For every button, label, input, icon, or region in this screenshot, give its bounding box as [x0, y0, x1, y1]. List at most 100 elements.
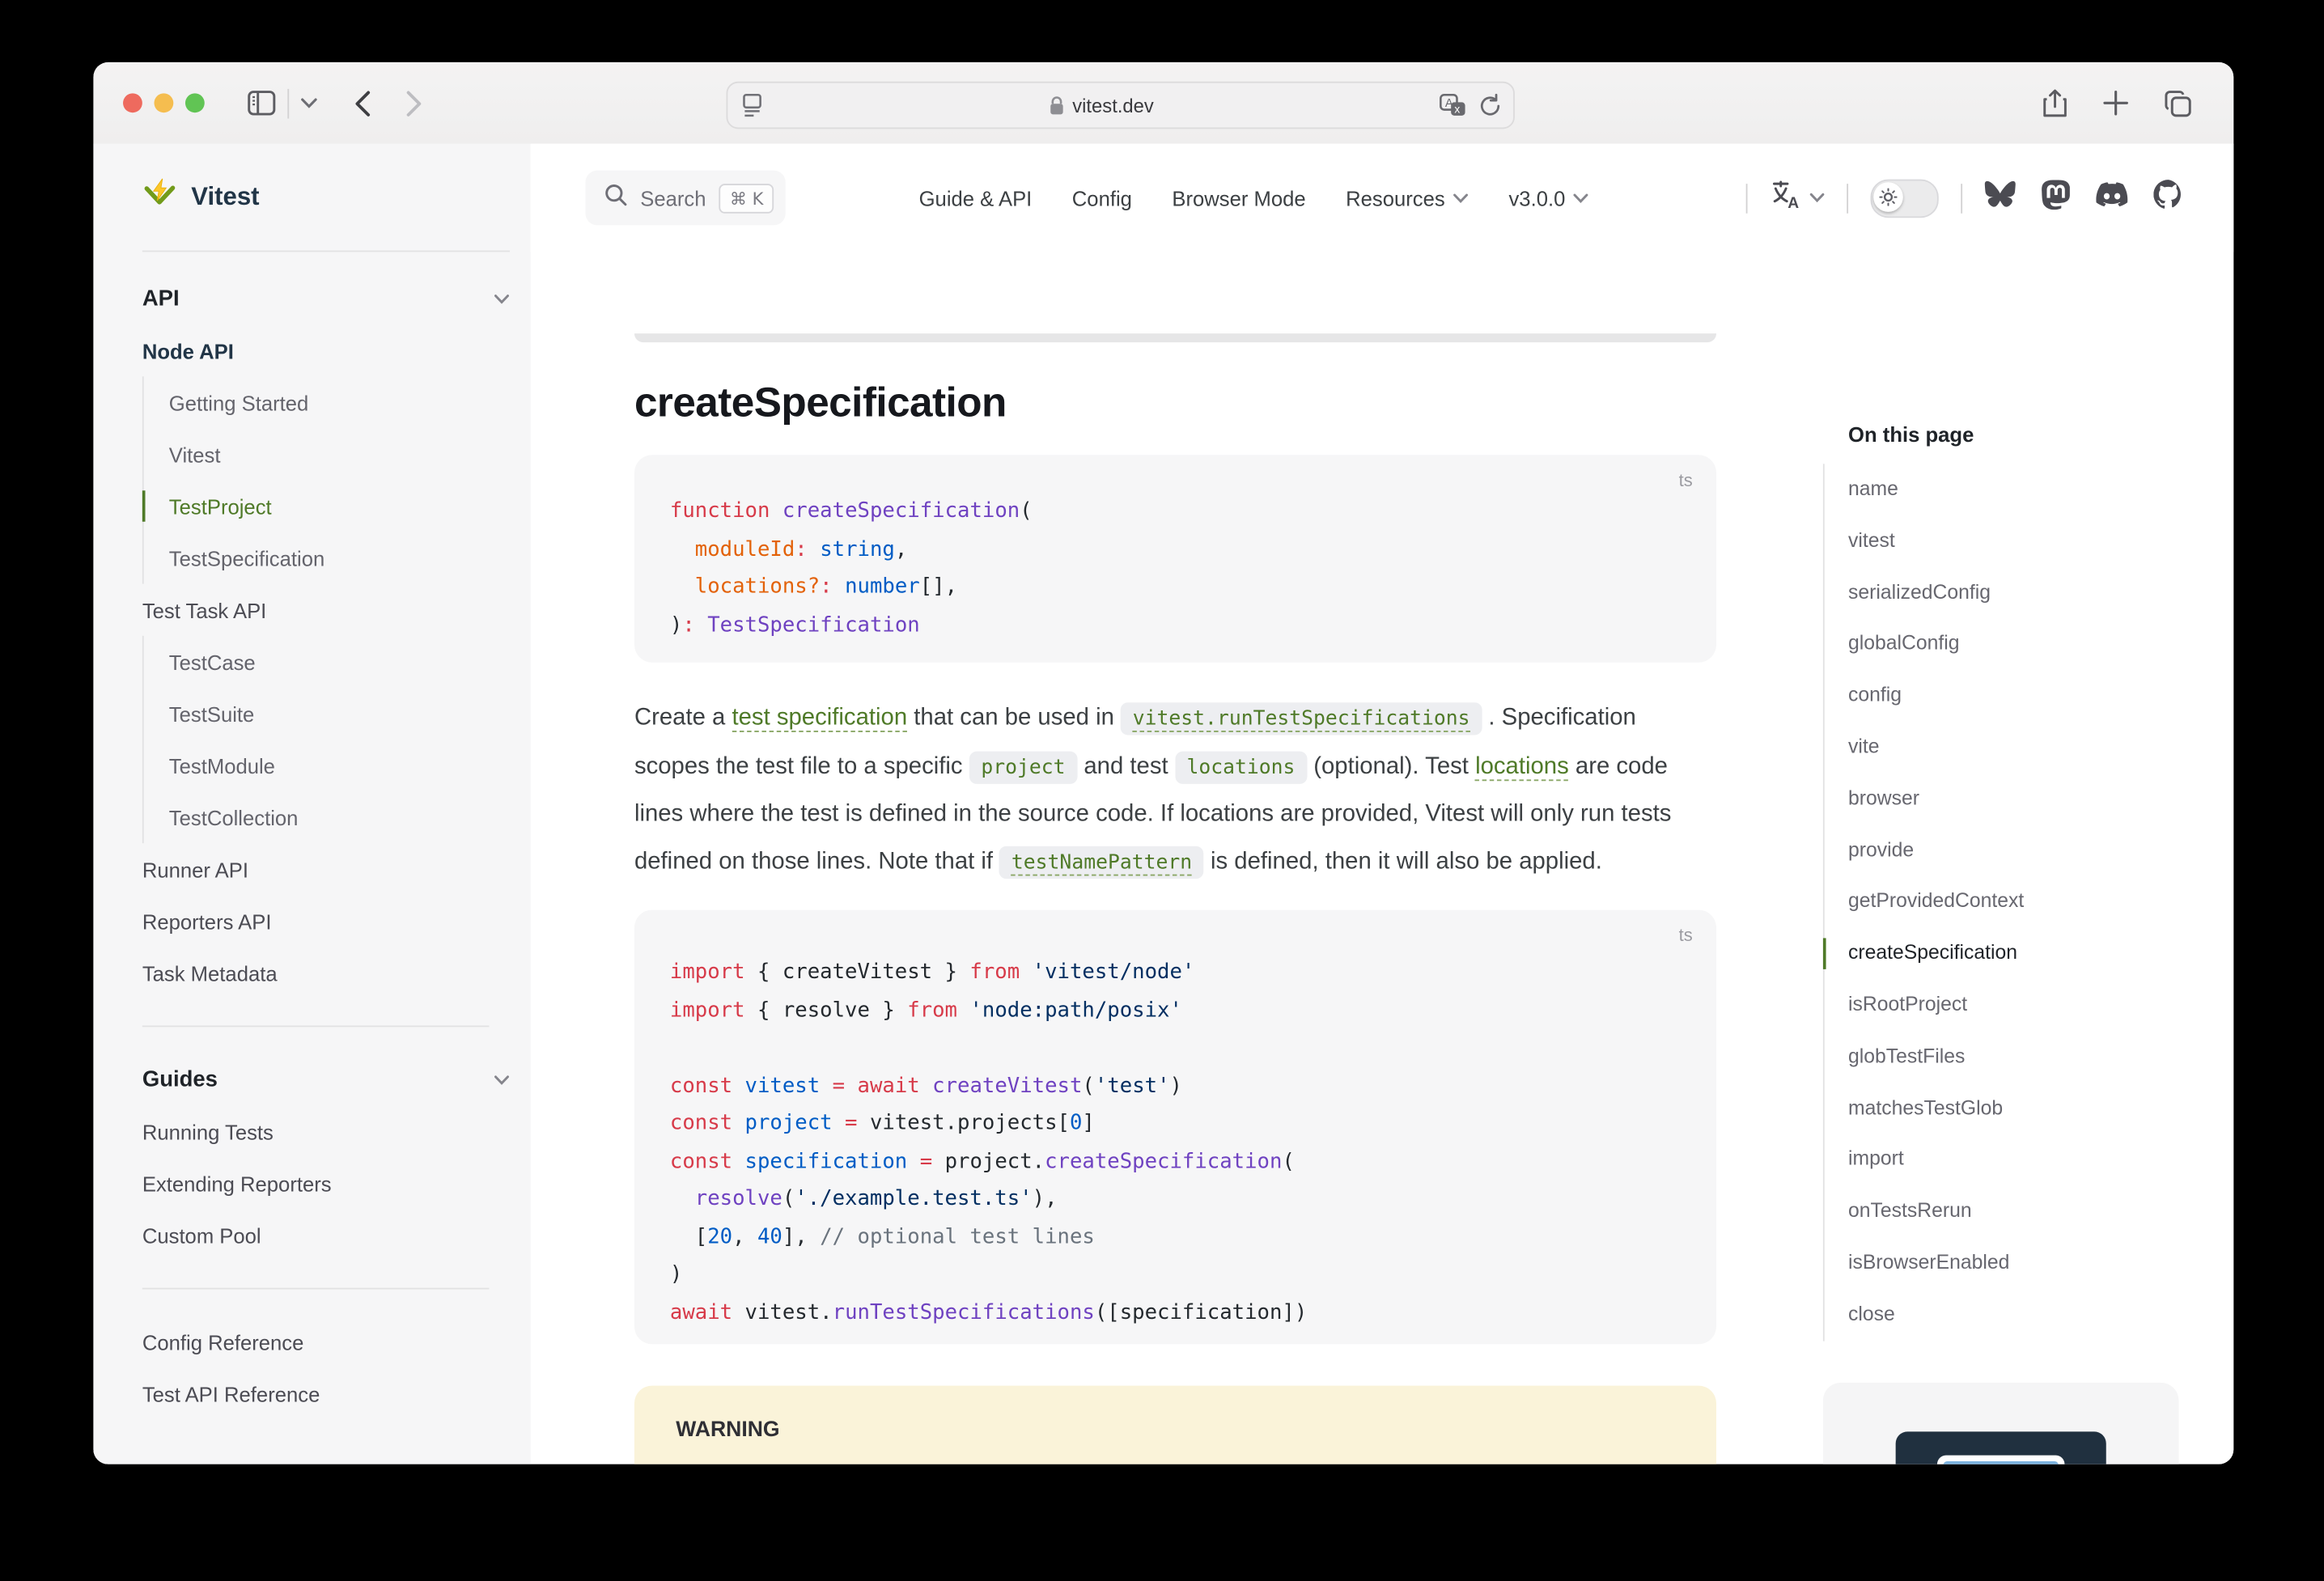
link-locations[interactable]: locations — [1475, 753, 1569, 780]
outline-item-matchestestglob[interactable]: matchesTestGlob — [1825, 1083, 2194, 1134]
new-tab-icon[interactable] — [2103, 91, 2128, 116]
url-text[interactable]: vitest.dev — [1072, 94, 1154, 116]
sidebar-item-running-tests[interactable]: Running Tests — [142, 1105, 510, 1157]
sidebar-item-vitest[interactable]: Vitest — [169, 428, 510, 480]
navbar-divider — [1847, 183, 1848, 213]
on-this-page-list: namevitestserializedConfigglobalConfigco… — [1823, 464, 2194, 1340]
nav-link-config[interactable]: Config — [1072, 186, 1132, 210]
sidebar-item-testcollection[interactable]: TestCollection — [169, 791, 510, 843]
theme-toggle[interactable] — [1871, 179, 1939, 218]
forward-button-icon[interactable] — [406, 90, 422, 117]
chevron-down-icon — [1809, 193, 1824, 203]
nav-link-resources[interactable]: Resources — [1346, 186, 1469, 210]
link-test-specification[interactable]: test specification — [732, 706, 907, 732]
outline-item-close[interactable]: close — [1825, 1289, 2194, 1341]
sidebar-item-extending-reporters[interactable]: Extending Reporters — [142, 1158, 510, 1210]
reader-view-icon[interactable] — [741, 93, 763, 117]
tab-overview-icon[interactable] — [2164, 90, 2192, 117]
code-line: ) — [670, 1257, 1681, 1295]
code-line: const project = vitest.projects[0] — [670, 1105, 1681, 1143]
outline-item-createspecification[interactable]: createSpecification — [1825, 928, 2194, 980]
outline-item-ontestsrerun[interactable]: onTestsRerun — [1825, 1186, 2194, 1238]
outline-item-serializedconfig[interactable]: serializedConfig — [1825, 567, 2194, 619]
sidebar-item-test-task-api[interactable]: Test Task API — [142, 584, 510, 636]
code-language-badge: ts — [1679, 925, 1693, 946]
language-menu[interactable]: A — [1770, 180, 1825, 216]
sidebar-item-testproject[interactable]: TestProject — [169, 480, 510, 532]
sidebar-item-custom-pool[interactable]: Custom Pool — [142, 1210, 510, 1261]
text: that can be used in — [907, 706, 1121, 731]
inline-code: project — [969, 751, 1078, 783]
signature-code-block[interactable]: ts function createSpecification( moduleI… — [634, 455, 1716, 662]
mastodon-icon[interactable] — [2041, 179, 2071, 218]
code-line: const vitest = await createVitest('test'… — [670, 1068, 1681, 1106]
on-this-page: On this page namevitestserializedConfigg… — [1823, 419, 2194, 1340]
outline-item-globtestfiles[interactable]: globTestFiles — [1825, 1031, 2194, 1083]
sidebar-item-testsuite[interactable]: TestSuite — [169, 688, 510, 740]
warning-title: WARNING — [676, 1415, 1675, 1445]
github-icon[interactable] — [2153, 180, 2183, 217]
minimize-window-button[interactable] — [154, 93, 173, 112]
code-line: await vitest.runTestSpecifications([spec… — [670, 1295, 1681, 1333]
search-button[interactable]: Search ⌘ K — [585, 171, 785, 226]
back-button-icon[interactable] — [354, 90, 371, 117]
outline-item-provide[interactable]: provide — [1825, 824, 2194, 876]
sidebar-item-node-api[interactable]: Node API — [142, 324, 510, 376]
inline-code-link-testnamepattern[interactable]: testNamePattern — [999, 846, 1204, 878]
outline-item-isrootproject[interactable]: isRootProject — [1825, 980, 2194, 1032]
page-content: Vitest APINode APIGetting StartedVitestT… — [93, 144, 2233, 1464]
share-icon[interactable] — [2042, 88, 2067, 118]
inline-code-link-vitest-runtestspecifications[interactable]: vitest.runTestSpecifications — [1121, 702, 1482, 735]
sun-icon — [1873, 181, 1903, 211]
inline-code: locations — [1175, 751, 1307, 783]
text: and test — [1077, 753, 1175, 778]
text: is defined, then it will also be applied… — [1204, 849, 1602, 874]
sidebar-group-guides[interactable]: Guides — [142, 1053, 510, 1105]
translate-icon[interactable]: Ax — [1440, 93, 1468, 117]
bluesky-icon[interactable] — [1985, 180, 2016, 216]
sidebar-item-runner-api[interactable]: Runner API — [142, 843, 510, 895]
nav-link-guide-api[interactable]: Guide & API — [919, 186, 1033, 210]
discord-icon[interactable] — [2096, 181, 2128, 214]
code-line: ): TestSpecification — [670, 607, 1681, 645]
site-logo[interactable]: Vitest — [93, 144, 530, 251]
sidebar-toggle-icon[interactable] — [248, 91, 276, 116]
sidebar-item-config-reference[interactable]: Config Reference — [142, 1316, 510, 1367]
outline-item-browser[interactable]: browser — [1825, 774, 2194, 825]
sidebar-item-testspecification[interactable]: TestSpecification — [169, 532, 510, 584]
outline-item-import[interactable]: import — [1825, 1134, 2194, 1186]
nav-link-v3-0-0[interactable]: v3.0.0 — [1508, 186, 1588, 210]
sidebar-item-testcase[interactable]: TestCase — [169, 636, 510, 688]
sidebar-item-task-metadata[interactable]: Task Metadata — [142, 947, 510, 998]
outline-item-name[interactable]: name — [1825, 464, 2194, 515]
sponsor-card[interactable]: </> — [1823, 1383, 2179, 1464]
nav-link-browser-mode[interactable]: Browser Mode — [1172, 186, 1305, 210]
navbar-links: Guide & API Config Browser Mode Resources v3… — [919, 144, 1589, 252]
reload-icon[interactable] — [1479, 93, 1501, 117]
navbar-divider — [1746, 183, 1748, 213]
address-bar[interactable]: vitest.dev Ax — [726, 82, 1514, 129]
search-icon — [604, 183, 626, 213]
outline-item-vitest[interactable]: vitest — [1825, 515, 2194, 567]
page-title: createSpecification — [634, 376, 1716, 430]
example-code-block[interactable]: ts import { createVitest } from 'vitest/… — [634, 910, 1716, 1345]
navbar-divider — [1961, 183, 1962, 213]
sidebar-item-testmodule[interactable]: TestModule — [169, 740, 510, 791]
text: (optional). Test — [1307, 753, 1475, 778]
chevron-down-icon[interactable] — [301, 98, 317, 108]
outline-item-config[interactable]: config — [1825, 670, 2194, 722]
sidebar-item-test-api-reference[interactable]: Test API Reference — [142, 1368, 510, 1420]
zoom-window-button[interactable] — [185, 93, 205, 112]
doc-content: createSpecification ts function createSp… — [634, 333, 1716, 1464]
browser-window: vitest.dev Ax — [93, 62, 2233, 1464]
warning-callout: WARNING createSpecification expects reso… — [634, 1386, 1716, 1464]
outline-item-getprovidedcontext[interactable]: getProvidedContext — [1825, 876, 2194, 928]
sidebar-item-reporters-api[interactable]: Reporters API — [142, 895, 510, 947]
sidebar-item-getting-started[interactable]: Getting Started — [169, 376, 510, 428]
outline-item-vite[interactable]: vite — [1825, 722, 2194, 774]
code-line — [670, 1030, 1681, 1068]
close-window-button[interactable] — [123, 93, 142, 112]
sidebar-group-api[interactable]: API — [142, 273, 510, 324]
outline-item-globalconfig[interactable]: globalConfig — [1825, 619, 2194, 671]
outline-item-isbrowserenabled[interactable]: isBrowserEnabled — [1825, 1237, 2194, 1289]
